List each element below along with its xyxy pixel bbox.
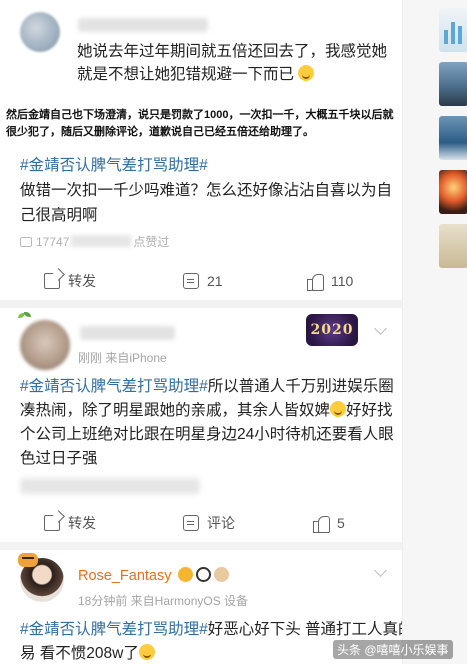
thumbnail-image[interactable] (439, 116, 467, 160)
comment-text: 她说去年过年期间就五倍还回去了，我感觉她就是不想让她犯错规避一下而已 (77, 43, 388, 83)
blurred-username (80, 326, 175, 340)
avatar[interactable] (20, 320, 70, 370)
comment-button[interactable]: 评论 (183, 507, 235, 539)
drink-icon (214, 567, 229, 582)
forward-button[interactable]: 转发 (44, 265, 96, 297)
event-badge: 2020 (306, 314, 358, 346)
smile-emoji-icon (330, 401, 347, 417)
thumbs-up-icon (313, 515, 330, 533)
username[interactable]: Rose_Fantasy (78, 568, 172, 584)
divider (0, 300, 402, 308)
panda-icon (196, 567, 211, 582)
liked-by-line: 17747 点赞过 (20, 233, 320, 251)
blurred-username (78, 18, 208, 32)
forward-icon (44, 273, 60, 289)
hashtag-link[interactable]: #金靖否认脾气差打骂助理# (20, 157, 208, 174)
source-watermark: 头条 @嘻嘻小乐娱事 (333, 640, 453, 659)
hashtag-link[interactable]: #金靖否认脾气差打骂助理# (20, 621, 208, 638)
action-bar: 转发 21 110 (0, 265, 402, 297)
smile-emoji-icon (138, 644, 155, 660)
comment-feed: 她说去年过年期间就五倍还回去了，我感觉她就是不想让她犯错规避一下而已 然后金靖自… (0, 0, 402, 664)
crown-icon (178, 567, 193, 582)
caption-text: 然后金靖自己也下场澄清，说只是罚款了1000，一次扣一千，大概五千块以后就很少犯… (6, 109, 394, 138)
comment-icon (183, 273, 199, 289)
thumbnail-image[interactable] (439, 8, 467, 52)
chevron-down-icon[interactable] (374, 564, 387, 577)
comment-button[interactable]: 21 (183, 265, 223, 297)
comment-icon (183, 515, 199, 531)
comment-text: #金靖否认脾气差打骂助理#所以普通人千万别进娱乐圈凑热闹，除了明星跟她的亲戚，其… (20, 378, 394, 467)
thumbnail-image[interactable] (439, 170, 467, 214)
hashtag-link[interactable]: #金靖否认脾气差打骂助理# (20, 378, 208, 395)
tiger-badge-icon (18, 553, 38, 567)
sprout-badge-icon (16, 311, 32, 325)
chevron-down-icon[interactable] (374, 322, 387, 335)
like-small-icon (20, 237, 32, 247)
like-button[interactable]: 110 (307, 265, 353, 297)
comment-text: #金靖否认脾气差打骂助理# 做错一次扣一千少吗难道？怎么还好像沾沾自喜以为自己很… (20, 157, 393, 224)
thumbnail-image[interactable] (439, 224, 467, 268)
smile-emoji-icon (298, 65, 315, 81)
divider (0, 542, 402, 550)
forward-icon (44, 515, 60, 531)
user-badges (178, 567, 229, 582)
related-thumbnails (402, 0, 467, 664)
thumbnail-image[interactable] (439, 62, 467, 106)
action-bar: 转发 评论 5 (0, 507, 402, 539)
post-meta: 18分钟前 来自HarmonyOS 设备 (78, 594, 249, 608)
forward-button[interactable]: 转发 (44, 507, 96, 539)
like-button[interactable]: 5 (313, 507, 345, 539)
post-meta: 刚刚 来自iPhone (78, 351, 167, 365)
blurred-text (20, 478, 200, 494)
thumbs-up-icon (307, 273, 324, 291)
avatar[interactable] (20, 12, 60, 52)
